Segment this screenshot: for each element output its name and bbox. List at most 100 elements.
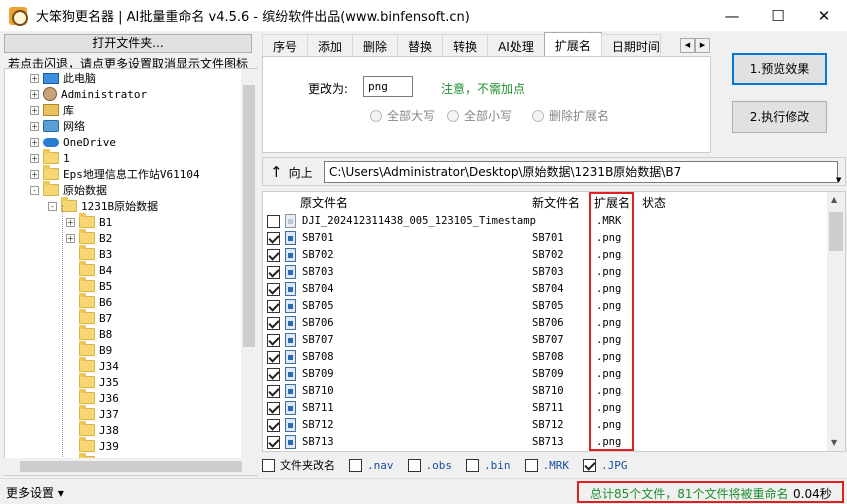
filter-checkbox-3[interactable]: .bin xyxy=(466,458,511,472)
tree-item[interactable]: +1 xyxy=(30,149,70,166)
file-row[interactable]: SB711 SB711 .png xyxy=(263,401,828,418)
close-button[interactable]: ✕ xyxy=(801,0,847,31)
scroll-down-icon[interactable]: ▼ xyxy=(831,438,837,447)
row-checkbox[interactable] xyxy=(267,419,280,432)
tree-item[interactable]: + 网络 xyxy=(30,118,85,134)
file-row[interactable]: SB709 SB709 .png xyxy=(263,367,828,384)
filter-checkbox-0[interactable]: 文件夹改名 xyxy=(262,457,335,473)
expand-icon[interactable]: + xyxy=(30,153,39,163)
tree-scrollbar[interactable] xyxy=(241,69,258,475)
file-row[interactable]: SB707 SB707 .png xyxy=(263,333,828,350)
tree-item[interactable]: + 库 xyxy=(30,102,74,118)
row-checkbox[interactable] xyxy=(267,283,280,296)
open-folder-button[interactable]: 打开文件夹... xyxy=(4,34,252,53)
tab-1[interactable]: 添加 xyxy=(307,34,354,57)
expand-icon[interactable]: + xyxy=(30,73,39,83)
row-checkbox[interactable] xyxy=(267,300,280,313)
execute-button[interactable]: 2.执行修改 xyxy=(732,101,827,133)
tree-item[interactable]: B5 xyxy=(79,277,112,294)
tab-scroll-right-icon[interactable]: ▶ xyxy=(695,38,710,53)
filter-checkbox-4[interactable]: .MRK xyxy=(524,458,569,472)
filter-checkbox-2[interactable]: .obs xyxy=(407,458,452,472)
minimize-button[interactable]: — xyxy=(709,0,755,31)
filter-checkbox-1[interactable]: .nav xyxy=(349,458,394,472)
up-button[interactable]: ↑ 向上 xyxy=(266,161,318,183)
collapse-icon[interactable]: - xyxy=(48,201,57,211)
tree-item[interactable]: B3 xyxy=(79,245,112,262)
file-row[interactable]: SB702 SB702 .png xyxy=(263,248,828,265)
tree-item[interactable]: J38 xyxy=(79,421,119,438)
row-checkbox[interactable] xyxy=(267,317,280,330)
row-checkbox[interactable] xyxy=(267,385,280,398)
tree-item[interactable]: + Eps地理信息工作站V61104 xyxy=(30,165,200,182)
row-checkbox[interactable] xyxy=(267,215,280,228)
tab-0[interactable]: 序号 xyxy=(262,34,309,57)
tree-item[interactable]: - 原始数据 xyxy=(30,181,107,198)
file-row[interactable]: SB712 SB712 .png xyxy=(263,418,828,435)
filter-checkbox-5[interactable]: .JPG xyxy=(583,458,628,472)
tree-scroll-thumb[interactable] xyxy=(243,85,255,347)
maximize-button[interactable]: ☐ xyxy=(755,0,801,31)
expand-icon[interactable]: + xyxy=(66,233,75,243)
expand-icon[interactable]: + xyxy=(30,121,39,131)
header-new-name[interactable]: 新文件名 xyxy=(532,194,580,211)
file-row[interactable]: SB704 SB704 .png xyxy=(263,282,828,299)
tree-item[interactable]: J35 xyxy=(79,373,119,390)
expand-icon[interactable]: + xyxy=(30,169,39,179)
radio-delete-extension[interactable]: 删除扩展名 xyxy=(532,107,609,124)
folder-tree[interactable]: + 此电脑 + Administrator + 库 + 网络 + OneDrive +1 + Eps地理… xyxy=(4,68,258,476)
row-checkbox[interactable] xyxy=(267,266,280,279)
tab-scroll-left-icon[interactable]: ◀ xyxy=(680,38,695,53)
row-checkbox[interactable] xyxy=(267,232,280,245)
header-extension[interactable]: 扩展名 xyxy=(594,194,630,211)
expand-icon[interactable]: + xyxy=(30,105,39,115)
path-field[interactable]: C:\Users\Administrator\Desktop\原始数据\1231… xyxy=(324,161,838,183)
row-checkbox[interactable] xyxy=(267,368,280,381)
tree-item[interactable]: + B1 xyxy=(66,213,112,230)
row-checkbox[interactable] xyxy=(267,334,280,347)
tree-item[interactable]: J37 xyxy=(79,405,119,422)
tree-item[interactable]: B8 xyxy=(79,325,112,342)
expand-icon[interactable]: + xyxy=(30,89,39,99)
file-list-scrollbar[interactable]: ▲ ▼ xyxy=(827,192,845,451)
file-row[interactable]: SB701 SB701 .png xyxy=(263,231,828,248)
radio-all-lowercase[interactable]: 全部小写 xyxy=(447,107,512,124)
tree-hscroll-thumb[interactable] xyxy=(20,461,242,472)
tab-5[interactable]: AI处理 xyxy=(487,34,545,57)
tree-item[interactable]: J34 xyxy=(79,357,119,374)
row-checkbox[interactable] xyxy=(267,402,280,415)
scroll-up-icon[interactable]: ▲ xyxy=(831,195,837,204)
file-list-scroll-thumb[interactable] xyxy=(829,212,843,251)
tree-item[interactable]: + Administrator xyxy=(30,86,147,102)
file-row[interactable]: SB708 SB708 .png xyxy=(263,350,828,367)
tree-item[interactable]: J39 xyxy=(79,437,119,454)
file-row[interactable]: SB705 SB705 .png xyxy=(263,299,828,316)
radio-all-uppercase[interactable]: 全部大写 xyxy=(370,107,435,124)
header-status[interactable]: 状态 xyxy=(642,194,666,211)
row-checkbox[interactable] xyxy=(267,436,280,449)
tab-7[interactable]: 日期时间 xyxy=(600,34,661,57)
tab-3[interactable]: 替换 xyxy=(397,34,444,57)
tree-item[interactable]: B7 xyxy=(79,309,112,326)
tree-item[interactable]: + OneDrive xyxy=(30,134,116,150)
row-checkbox[interactable] xyxy=(267,351,280,364)
row-checkbox[interactable] xyxy=(267,249,280,262)
tree-item[interactable]: + B2 xyxy=(66,229,112,246)
tree-item[interactable]: B9 xyxy=(79,341,112,358)
more-settings-button[interactable]: 更多设置 ▾ xyxy=(6,484,64,501)
tab-6[interactable]: 扩展名 xyxy=(543,32,602,57)
file-row[interactable]: DJI_202412311438_005_123105_Timestamp .MR… xyxy=(263,214,828,231)
tree-item[interactable]: B4 xyxy=(79,261,112,278)
preview-button[interactable]: 1.预览效果 xyxy=(732,53,827,85)
extension-input[interactable]: png xyxy=(363,76,413,97)
tree-item[interactable]: B6 xyxy=(79,293,112,310)
file-row[interactable]: SB713 SB713 .png xyxy=(263,435,828,451)
tab-2[interactable]: 删除 xyxy=(352,34,399,57)
expand-icon[interactable]: + xyxy=(30,137,39,147)
file-row[interactable]: SB710 SB710 .png xyxy=(263,384,828,401)
expand-icon[interactable]: + xyxy=(66,217,75,227)
tab-4[interactable]: 转换 xyxy=(442,34,489,57)
file-row[interactable]: SB703 SB703 .png xyxy=(263,265,828,282)
tree-item[interactable]: - 1231B原始数据 xyxy=(48,197,158,214)
tree-item[interactable]: + 此电脑 xyxy=(30,70,96,86)
